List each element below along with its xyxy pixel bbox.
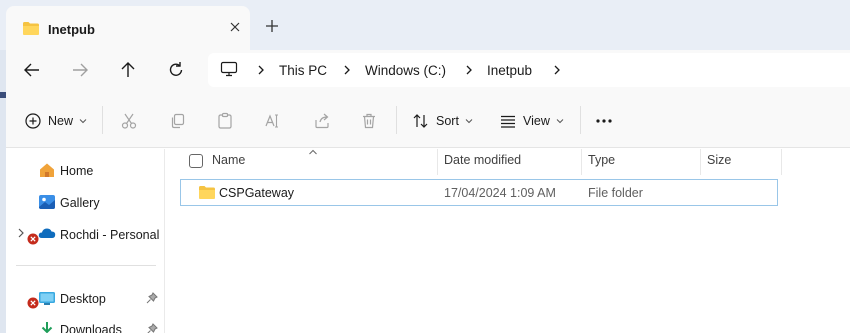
chevron-down-icon <box>79 119 87 124</box>
breadcrumb-windows-c[interactable]: Windows (C:) <box>365 63 446 78</box>
column-header-date-modified[interactable]: Date modified <box>444 149 581 175</box>
new-button[interactable]: New <box>24 110 87 132</box>
sidebar-divider <box>16 265 156 266</box>
toolbar-divider <box>102 106 103 134</box>
breadcrumb-this-pc[interactable]: This PC <box>279 63 327 78</box>
chevron-right-icon[interactable] <box>342 63 352 77</box>
sidebar-item-onedrive[interactable]: Rochdi - Personal <box>6 220 164 248</box>
paste-icon[interactable] <box>216 110 234 132</box>
forward-arrow-icon[interactable] <box>68 59 92 81</box>
navigation-pane: Home Gallery Rochdi - Personal Desktop D… <box>6 149 164 333</box>
sidebar-item-gallery[interactable]: Gallery <box>6 188 164 216</box>
sidebar-item-label: Home <box>60 164 94 178</box>
column-header-label: Date modified <box>444 153 522 167</box>
close-tab-icon[interactable] <box>226 18 244 36</box>
column-divider[interactable] <box>781 149 782 175</box>
column-header-label: Type <box>588 153 616 167</box>
sidebar-item-downloads[interactable]: Downloads <box>6 315 164 333</box>
column-header-label: Name <box>212 153 246 167</box>
view-button-label: View <box>523 114 550 128</box>
sidebar-item-label: Gallery <box>60 196 100 210</box>
plus-circle-icon <box>25 113 41 129</box>
sort-button[interactable]: Sort <box>412 110 473 132</box>
chevron-right-icon[interactable] <box>552 63 562 77</box>
folder-icon <box>198 185 216 203</box>
pin-icon[interactable] <box>146 323 158 333</box>
toolbar-divider <box>580 106 581 134</box>
new-tab-icon[interactable] <box>262 16 282 36</box>
column-divider[interactable] <box>581 149 582 175</box>
toolbar-divider <box>396 106 397 134</box>
downloads-icon <box>38 321 56 333</box>
rename-icon[interactable] <box>263 110 281 132</box>
more-options-icon[interactable] <box>594 110 614 132</box>
pin-icon[interactable] <box>146 292 158 307</box>
column-header-size[interactable]: Size <box>707 149 781 175</box>
sidebar-item-label: Desktop <box>60 292 106 306</box>
tab-inetpub[interactable]: Inetpub <box>6 6 250 50</box>
sidebar-item-label: Rochdi - Personal <box>60 228 160 242</box>
error-status-icon <box>27 297 39 312</box>
file-name[interactable]: CSPGateway <box>219 186 294 200</box>
navigation-bar: This PC Windows (C:) Inetpub <box>6 50 850 92</box>
view-list-icon <box>501 115 515 128</box>
home-icon <box>38 162 56 181</box>
chevron-right-icon[interactable] <box>464 63 474 77</box>
desktop-icon <box>38 290 56 309</box>
new-button-label: New <box>48 114 74 128</box>
column-header-type[interactable]: Type <box>588 149 700 175</box>
share-icon[interactable] <box>313 110 331 132</box>
tab-title: Inetpub <box>48 22 95 37</box>
file-type: File folder <box>588 186 643 200</box>
cut-icon[interactable] <box>120 110 138 132</box>
error-status-icon <box>27 233 39 248</box>
sort-icon <box>413 114 428 128</box>
address-bar[interactable]: This PC Windows (C:) Inetpub <box>208 53 850 87</box>
chevron-down-icon <box>465 119 473 124</box>
sidebar-item-desktop[interactable]: Desktop <box>6 284 164 312</box>
date-modified: 17/04/2024 1:09 AM <box>444 186 556 200</box>
back-arrow-icon[interactable] <box>20 59 44 81</box>
table-row[interactable]: CSPGateway 17/04/2024 1:09 AM File folde… <box>180 179 778 206</box>
copy-icon[interactable] <box>169 110 187 132</box>
chevron-right-icon[interactable] <box>256 63 266 77</box>
sidebar-item-label: Downloads <box>60 323 122 333</box>
tab-strip: Inetpub <box>0 0 850 50</box>
chevron-down-icon <box>556 119 564 124</box>
column-header-label: Size <box>707 153 732 167</box>
command-bar: New Sort View <box>6 92 850 148</box>
onedrive-icon <box>38 227 56 242</box>
sort-button-label: Sort <box>436 114 459 128</box>
file-list: Name Date modified Type Size CSPGateway … <box>164 149 850 333</box>
breadcrumb-inetpub[interactable]: Inetpub <box>487 63 532 78</box>
gallery-icon <box>38 194 56 213</box>
select-all-checkbox[interactable] <box>189 154 203 180</box>
refresh-icon[interactable] <box>164 59 188 81</box>
sidebar-item-home[interactable]: Home <box>6 156 164 184</box>
column-divider[interactable] <box>700 149 701 175</box>
column-header-name[interactable]: Name <box>212 149 437 175</box>
delete-icon[interactable] <box>360 110 378 132</box>
folder-icon <box>22 21 40 39</box>
this-pc-icon[interactable] <box>220 61 238 80</box>
up-arrow-icon[interactable] <box>116 59 140 81</box>
column-divider[interactable] <box>437 149 438 175</box>
chevron-right-icon[interactable] <box>16 226 26 243</box>
view-button[interactable]: View <box>499 110 564 132</box>
